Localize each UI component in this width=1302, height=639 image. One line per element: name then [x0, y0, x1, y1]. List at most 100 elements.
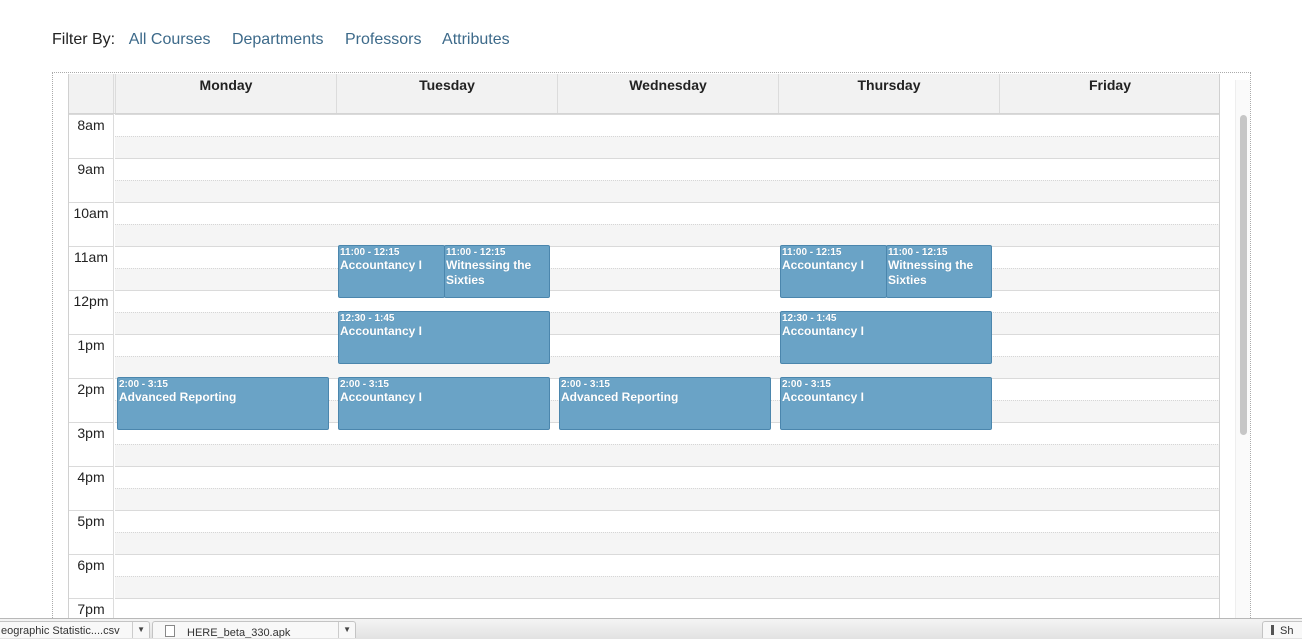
time-gutter-header [69, 74, 114, 113]
slot[interactable] [115, 114, 1219, 136]
filter-professors-link[interactable]: Professors [345, 31, 421, 48]
event-time: 2:00 - 3:15 [119, 379, 168, 390]
time-grid: 8am 9am 10am 11am 12pm 1pm 2pm 3pm 4pm 5… [69, 114, 1219, 638]
chevron-down-icon[interactable]: ▼ [137, 625, 145, 634]
slot[interactable] [115, 510, 1219, 532]
event-title: Accountancy I [340, 258, 423, 272]
event-title: Advanced Reporting [119, 390, 237, 404]
event-block[interactable]: 11:00 - 12:15 Accountancy I [338, 245, 445, 298]
hour-row: 4pm [69, 466, 1219, 511]
hour-label: 11am [69, 246, 114, 290]
show-all-downloads-button[interactable]: Sh [1262, 621, 1302, 638]
download-item[interactable]: HERE_beta_330.apk ▼ [152, 621, 356, 638]
vertical-scrollbar[interactable] [1235, 80, 1250, 638]
event-block[interactable]: 2:00 - 3:15 Advanced Reporting [117, 377, 329, 430]
event-title: Accountancy I [782, 390, 865, 404]
slot[interactable] [115, 180, 1219, 203]
download-bar: eographic Statistic....csv ▼ HERE_beta_3… [0, 618, 1302, 639]
hour-row: 9am [69, 158, 1219, 203]
slot[interactable] [115, 202, 1219, 224]
hour-label: 1pm [69, 334, 114, 378]
event-time: 11:00 - 12:15 [446, 247, 506, 258]
scrollbar-thumb[interactable] [1240, 115, 1247, 435]
download-filename: eographic Statistic....csv [1, 625, 120, 637]
file-icon [165, 625, 175, 637]
chevron-down-icon[interactable]: ▼ [343, 625, 351, 634]
slot[interactable] [115, 576, 1219, 599]
slot[interactable] [115, 466, 1219, 488]
slot[interactable] [115, 290, 1219, 312]
event-title: Accountancy I [340, 324, 423, 338]
slot[interactable] [115, 224, 1219, 247]
event-block[interactable]: 12:30 - 1:45 Accountancy I [780, 311, 992, 364]
event-title: Advanced Reporting [561, 390, 679, 404]
event-time: 2:00 - 3:15 [340, 379, 389, 390]
day-header-wednesday: Wednesday [557, 74, 778, 113]
filter-departments-link[interactable]: Departments [232, 31, 324, 48]
event-time: 12:30 - 1:45 [340, 313, 395, 324]
day-header-monday: Monday [115, 74, 336, 113]
event-title: Accountancy I [340, 390, 423, 404]
event-time: 2:00 - 3:15 [782, 379, 831, 390]
slot[interactable] [115, 598, 1219, 620]
filter-label: Filter By: [52, 31, 116, 48]
filter-bar: Filter By: All Courses Departments Profe… [52, 31, 527, 53]
hour-row: 10am [69, 202, 1219, 247]
event-block[interactable]: 12:30 - 1:45 Accountancy I [338, 311, 550, 364]
slot[interactable] [115, 554, 1219, 576]
slot[interactable] [115, 444, 1219, 467]
day-header-thursday: Thursday [778, 74, 999, 113]
hour-label: 12pm [69, 290, 114, 334]
event-title: Witnessing the Sixties [888, 258, 974, 287]
day-label: Friday [1088, 77, 1131, 93]
hour-row: 1pm [69, 334, 1219, 379]
slot[interactable] [115, 246, 1219, 268]
hour-label: 3pm [69, 422, 114, 466]
filter-attributes-link[interactable]: Attributes [442, 31, 510, 48]
event-block[interactable]: 11:00 - 12:15 Accountancy I [780, 245, 887, 298]
event-title: Accountancy I [782, 258, 865, 272]
day-label: Tuesday [419, 77, 475, 93]
hour-row: 8am [69, 114, 1219, 159]
hour-label: 9am [69, 158, 114, 202]
hour-label: 6pm [69, 554, 114, 598]
hour-row: 11am [69, 246, 1219, 291]
event-block[interactable]: 11:00 - 12:15 Witnessing the Sixties [886, 245, 992, 298]
download-filename: HERE_beta_330.apk [187, 627, 291, 638]
day-label: Thursday [857, 77, 921, 93]
divider [132, 622, 133, 638]
slot[interactable] [115, 488, 1219, 511]
slot[interactable] [115, 136, 1219, 159]
divider [338, 622, 339, 638]
week-calendar: Monday Tuesday Wednesday Thursday Friday… [68, 74, 1220, 638]
event-time: 11:00 - 12:15 [782, 247, 842, 258]
event-time: 12:30 - 1:45 [782, 313, 837, 324]
hour-label: 5pm [69, 510, 114, 554]
download-icon [1271, 625, 1274, 635]
slot[interactable] [115, 334, 1219, 356]
slot[interactable] [115, 356, 1219, 379]
filter-all-courses-link[interactable]: All Courses [129, 31, 211, 48]
event-time: 11:00 - 12:15 [340, 247, 400, 258]
event-block[interactable]: 2:00 - 3:15 Advanced Reporting [559, 377, 771, 430]
event-time: 11:00 - 12:15 [888, 247, 948, 258]
day-header-row: Monday Tuesday Wednesday Thursday Friday [69, 74, 1219, 114]
slot[interactable] [115, 268, 1219, 291]
day-label: Wednesday [629, 77, 707, 93]
slot[interactable] [115, 158, 1219, 180]
show-all-label: Sh [1280, 625, 1294, 637]
day-label: Monday [199, 77, 253, 93]
event-block[interactable]: 2:00 - 3:15 Accountancy I [780, 377, 992, 430]
event-time: 2:00 - 3:15 [561, 379, 610, 390]
hour-row: 12pm [69, 290, 1219, 335]
hour-row: 5pm [69, 510, 1219, 555]
hour-row: 6pm [69, 554, 1219, 599]
event-block[interactable]: 11:00 - 12:15 Witnessing the Sixties [444, 245, 550, 298]
download-item[interactable]: eographic Statistic....csv ▼ [0, 621, 150, 638]
slot[interactable] [115, 312, 1219, 335]
hour-label: 10am [69, 202, 114, 246]
day-header-friday: Friday [999, 74, 1219, 113]
event-block[interactable]: 2:00 - 3:15 Accountancy I [338, 377, 550, 430]
day-header-tuesday: Tuesday [336, 74, 557, 113]
slot[interactable] [115, 532, 1219, 555]
